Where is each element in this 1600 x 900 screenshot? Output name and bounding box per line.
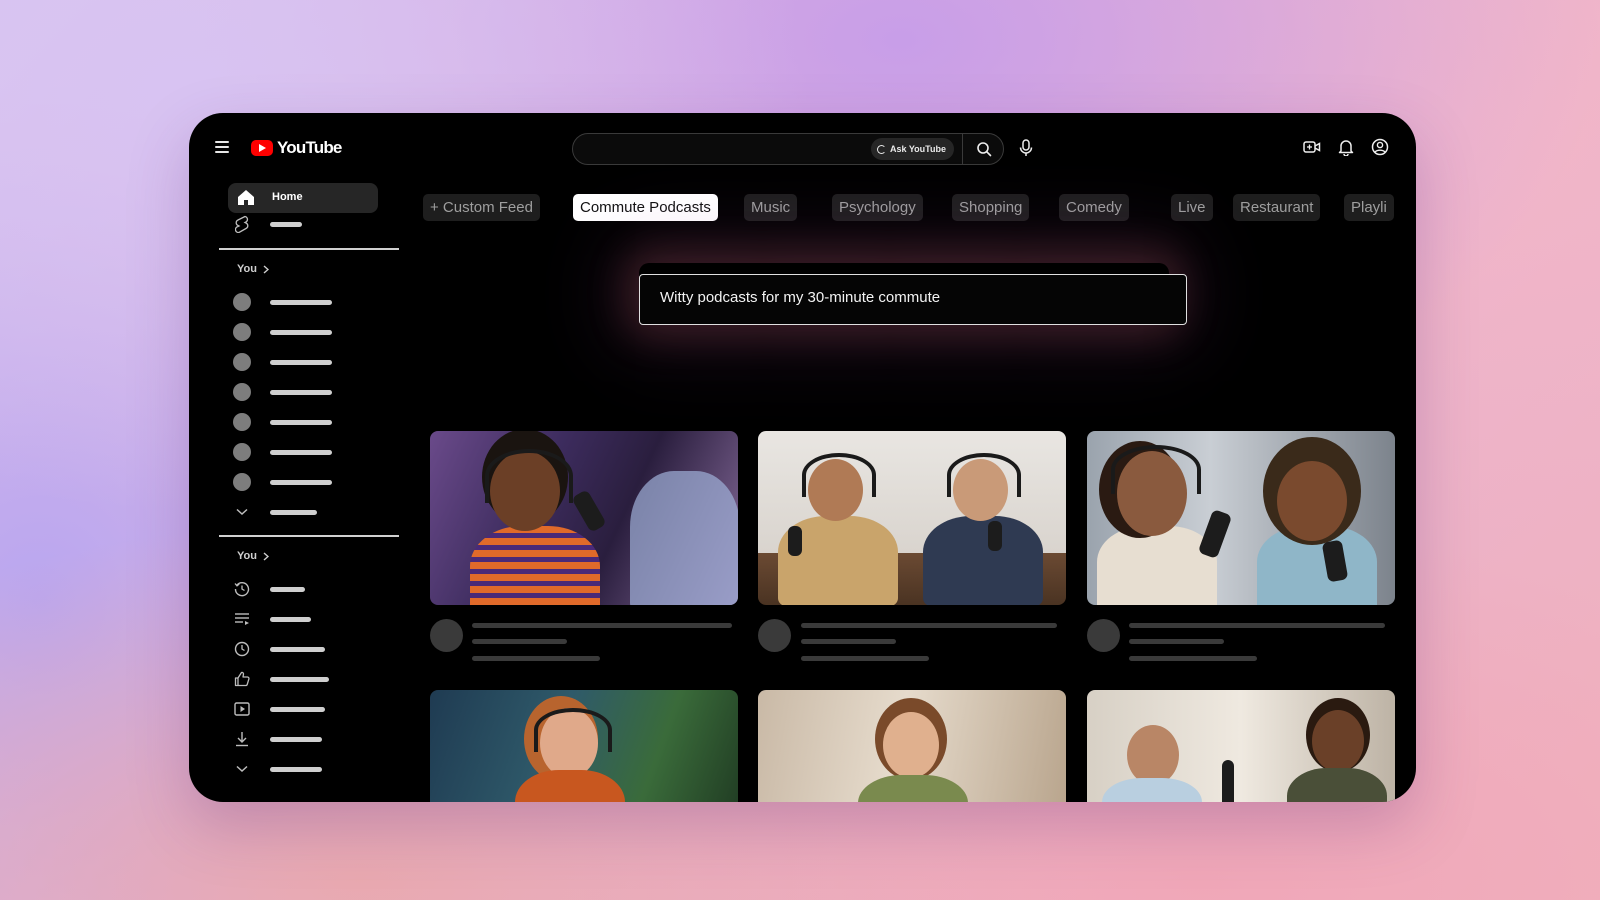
- chip-shopping[interactable]: Shopping: [952, 194, 1030, 221]
- sidebar-placeholder-line: [270, 450, 332, 455]
- video-thumbnail[interactable]: [1087, 690, 1395, 802]
- sidebar-placeholder-line: [270, 480, 332, 485]
- channel-avatar[interactable]: [233, 443, 251, 461]
- title-placeholder: [801, 623, 1057, 628]
- sidebar-placeholder-line: [270, 647, 325, 652]
- sidebar-item-home[interactable]: Home: [228, 183, 378, 213]
- sidebar-placeholder-line: [270, 510, 317, 515]
- chip-music[interactable]: Music: [744, 194, 798, 221]
- chip-custom-feed[interactable]: + Custom Feed: [423, 194, 540, 221]
- section-label: You: [237, 263, 257, 275]
- chip-psychology[interactable]: Psychology: [832, 194, 923, 221]
- sidebar-placeholder-line: [270, 390, 332, 395]
- channel-avatar[interactable]: [233, 473, 251, 491]
- channel-avatar[interactable]: [430, 619, 463, 652]
- like-thumb-icon[interactable]: [233, 670, 251, 688]
- channel-avatar[interactable]: [233, 353, 251, 371]
- sidebar-placeholder-line: [270, 767, 322, 772]
- chip-live[interactable]: Live: [1171, 194, 1213, 221]
- meta-placeholder: [1129, 656, 1257, 661]
- channel-avatar[interactable]: [1087, 619, 1120, 652]
- sidebar-placeholder-line: [270, 222, 302, 227]
- video-thumbnail[interactable]: [1087, 431, 1395, 605]
- play-logo-icon: [251, 140, 273, 156]
- title-placeholder: [472, 623, 732, 628]
- sidebar-placeholder-line: [270, 330, 332, 335]
- sidebar-divider: [219, 535, 399, 537]
- sidebar-placeholder-line: [270, 737, 322, 742]
- chevron-right-icon: [263, 264, 269, 274]
- title-placeholder: [1129, 623, 1385, 628]
- sidebar-placeholder-line: [270, 677, 329, 682]
- channel-avatar[interactable]: [758, 619, 791, 652]
- your-videos-icon[interactable]: [233, 700, 251, 718]
- section-label: You: [237, 550, 257, 562]
- sidebar-placeholder-line: [270, 707, 325, 712]
- shorts-icon[interactable]: [233, 215, 251, 233]
- channel-avatar[interactable]: [233, 383, 251, 401]
- logo-text: YouTube: [277, 138, 342, 157]
- filter-chip-bar: + Custom Feed Commute Podcasts Music Psy…: [389, 113, 1416, 233]
- menu-icon[interactable]: [215, 141, 229, 153]
- youtube-logo[interactable]: YouTube: [251, 138, 342, 158]
- channel-avatar[interactable]: [233, 293, 251, 311]
- video-thumbnail[interactable]: [758, 431, 1066, 605]
- chevron-right-icon: [263, 551, 269, 561]
- playlists-icon[interactable]: [233, 610, 251, 628]
- sidebar-item-label: Home: [272, 191, 303, 203]
- chip-comedy[interactable]: Comedy: [1059, 194, 1129, 221]
- history-icon[interactable]: [233, 580, 251, 598]
- home-icon: [238, 190, 254, 205]
- channel-avatar[interactable]: [233, 323, 251, 341]
- sidebar-placeholder-line: [270, 587, 305, 592]
- chip-playlists[interactable]: Playli: [1344, 194, 1394, 221]
- chevron-down-icon[interactable]: [233, 503, 251, 521]
- channel-avatar[interactable]: [233, 413, 251, 431]
- app-window: YouTube Ask YouTube Home You You + Custo…: [189, 113, 1416, 802]
- chip-commute-podcasts[interactable]: Commute Podcasts: [573, 194, 718, 221]
- subtitle-placeholder: [472, 639, 567, 644]
- sidebar-placeholder-line: [270, 300, 332, 305]
- chip-restaurant[interactable]: Restaurant: [1233, 194, 1321, 221]
- ask-prompt-input[interactable]: Witty podcasts for my 30-minute commute: [639, 274, 1187, 325]
- downloads-icon[interactable]: [233, 730, 251, 748]
- meta-placeholder: [472, 656, 600, 661]
- meta-placeholder: [801, 656, 929, 661]
- video-thumbnail[interactable]: [430, 690, 738, 802]
- chevron-down-icon[interactable]: [233, 760, 251, 778]
- you-section-header[interactable]: You: [237, 263, 269, 275]
- sidebar-placeholder-line: [270, 360, 332, 365]
- sidebar-divider: [219, 248, 399, 250]
- sidebar-placeholder-line: [270, 617, 311, 622]
- video-thumbnail[interactable]: [430, 431, 738, 605]
- subtitle-placeholder: [801, 639, 896, 644]
- watch-later-icon[interactable]: [233, 640, 251, 658]
- sidebar-placeholder-line: [270, 420, 332, 425]
- you-section-header[interactable]: You: [237, 550, 269, 562]
- video-thumbnail[interactable]: [758, 690, 1066, 802]
- subtitle-placeholder: [1129, 639, 1224, 644]
